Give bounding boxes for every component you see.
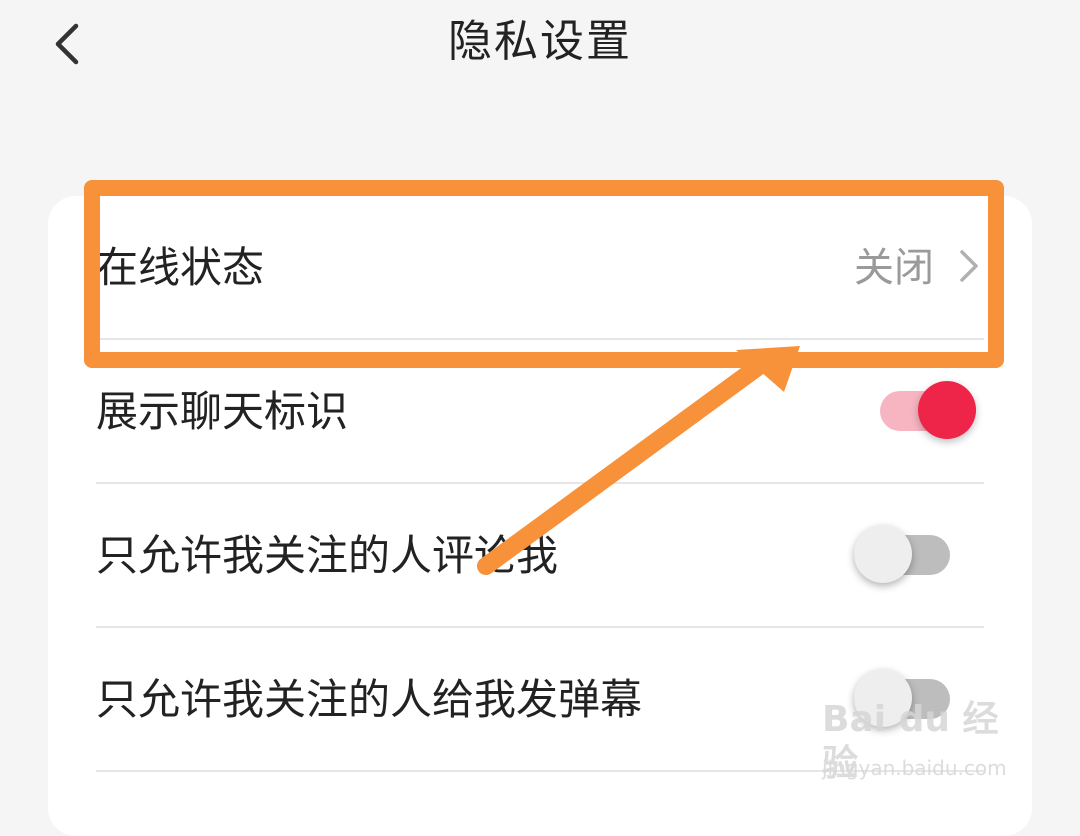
top-bar: 隐私设置 <box>0 0 1080 110</box>
setting-row-comment-followed-only: 只允许我关注的人评论我 <box>96 484 984 628</box>
show-chat-badge-label: 展示聊天标识 <box>96 387 349 436</box>
baidu-jingyan-watermark: Bai du 经验 jingyan.baidu.com <box>822 698 1022 788</box>
online-status-label: 在线状态 <box>96 243 265 292</box>
chevron-right-icon <box>960 250 978 282</box>
comment-followed-only-toggle[interactable] <box>854 520 950 590</box>
watermark-url: jingyan.baidu.com <box>822 756 1007 780</box>
toggle-knob <box>918 381 976 439</box>
online-status-value: 关闭 <box>854 245 934 291</box>
show-chat-badge-toggle[interactable] <box>880 376 976 446</box>
danmaku-followed-only-label: 只允许我关注的人给我发弹幕 <box>96 675 643 724</box>
comment-followed-only-label: 只允许我关注的人评论我 <box>96 531 559 580</box>
page-title: 隐私设置 <box>448 16 632 67</box>
toggle-knob <box>854 525 912 583</box>
setting-row-online-status[interactable]: 在线状态 关闭 <box>96 196 984 340</box>
setting-row-show-chat-badge: 展示聊天标识 <box>96 340 984 484</box>
